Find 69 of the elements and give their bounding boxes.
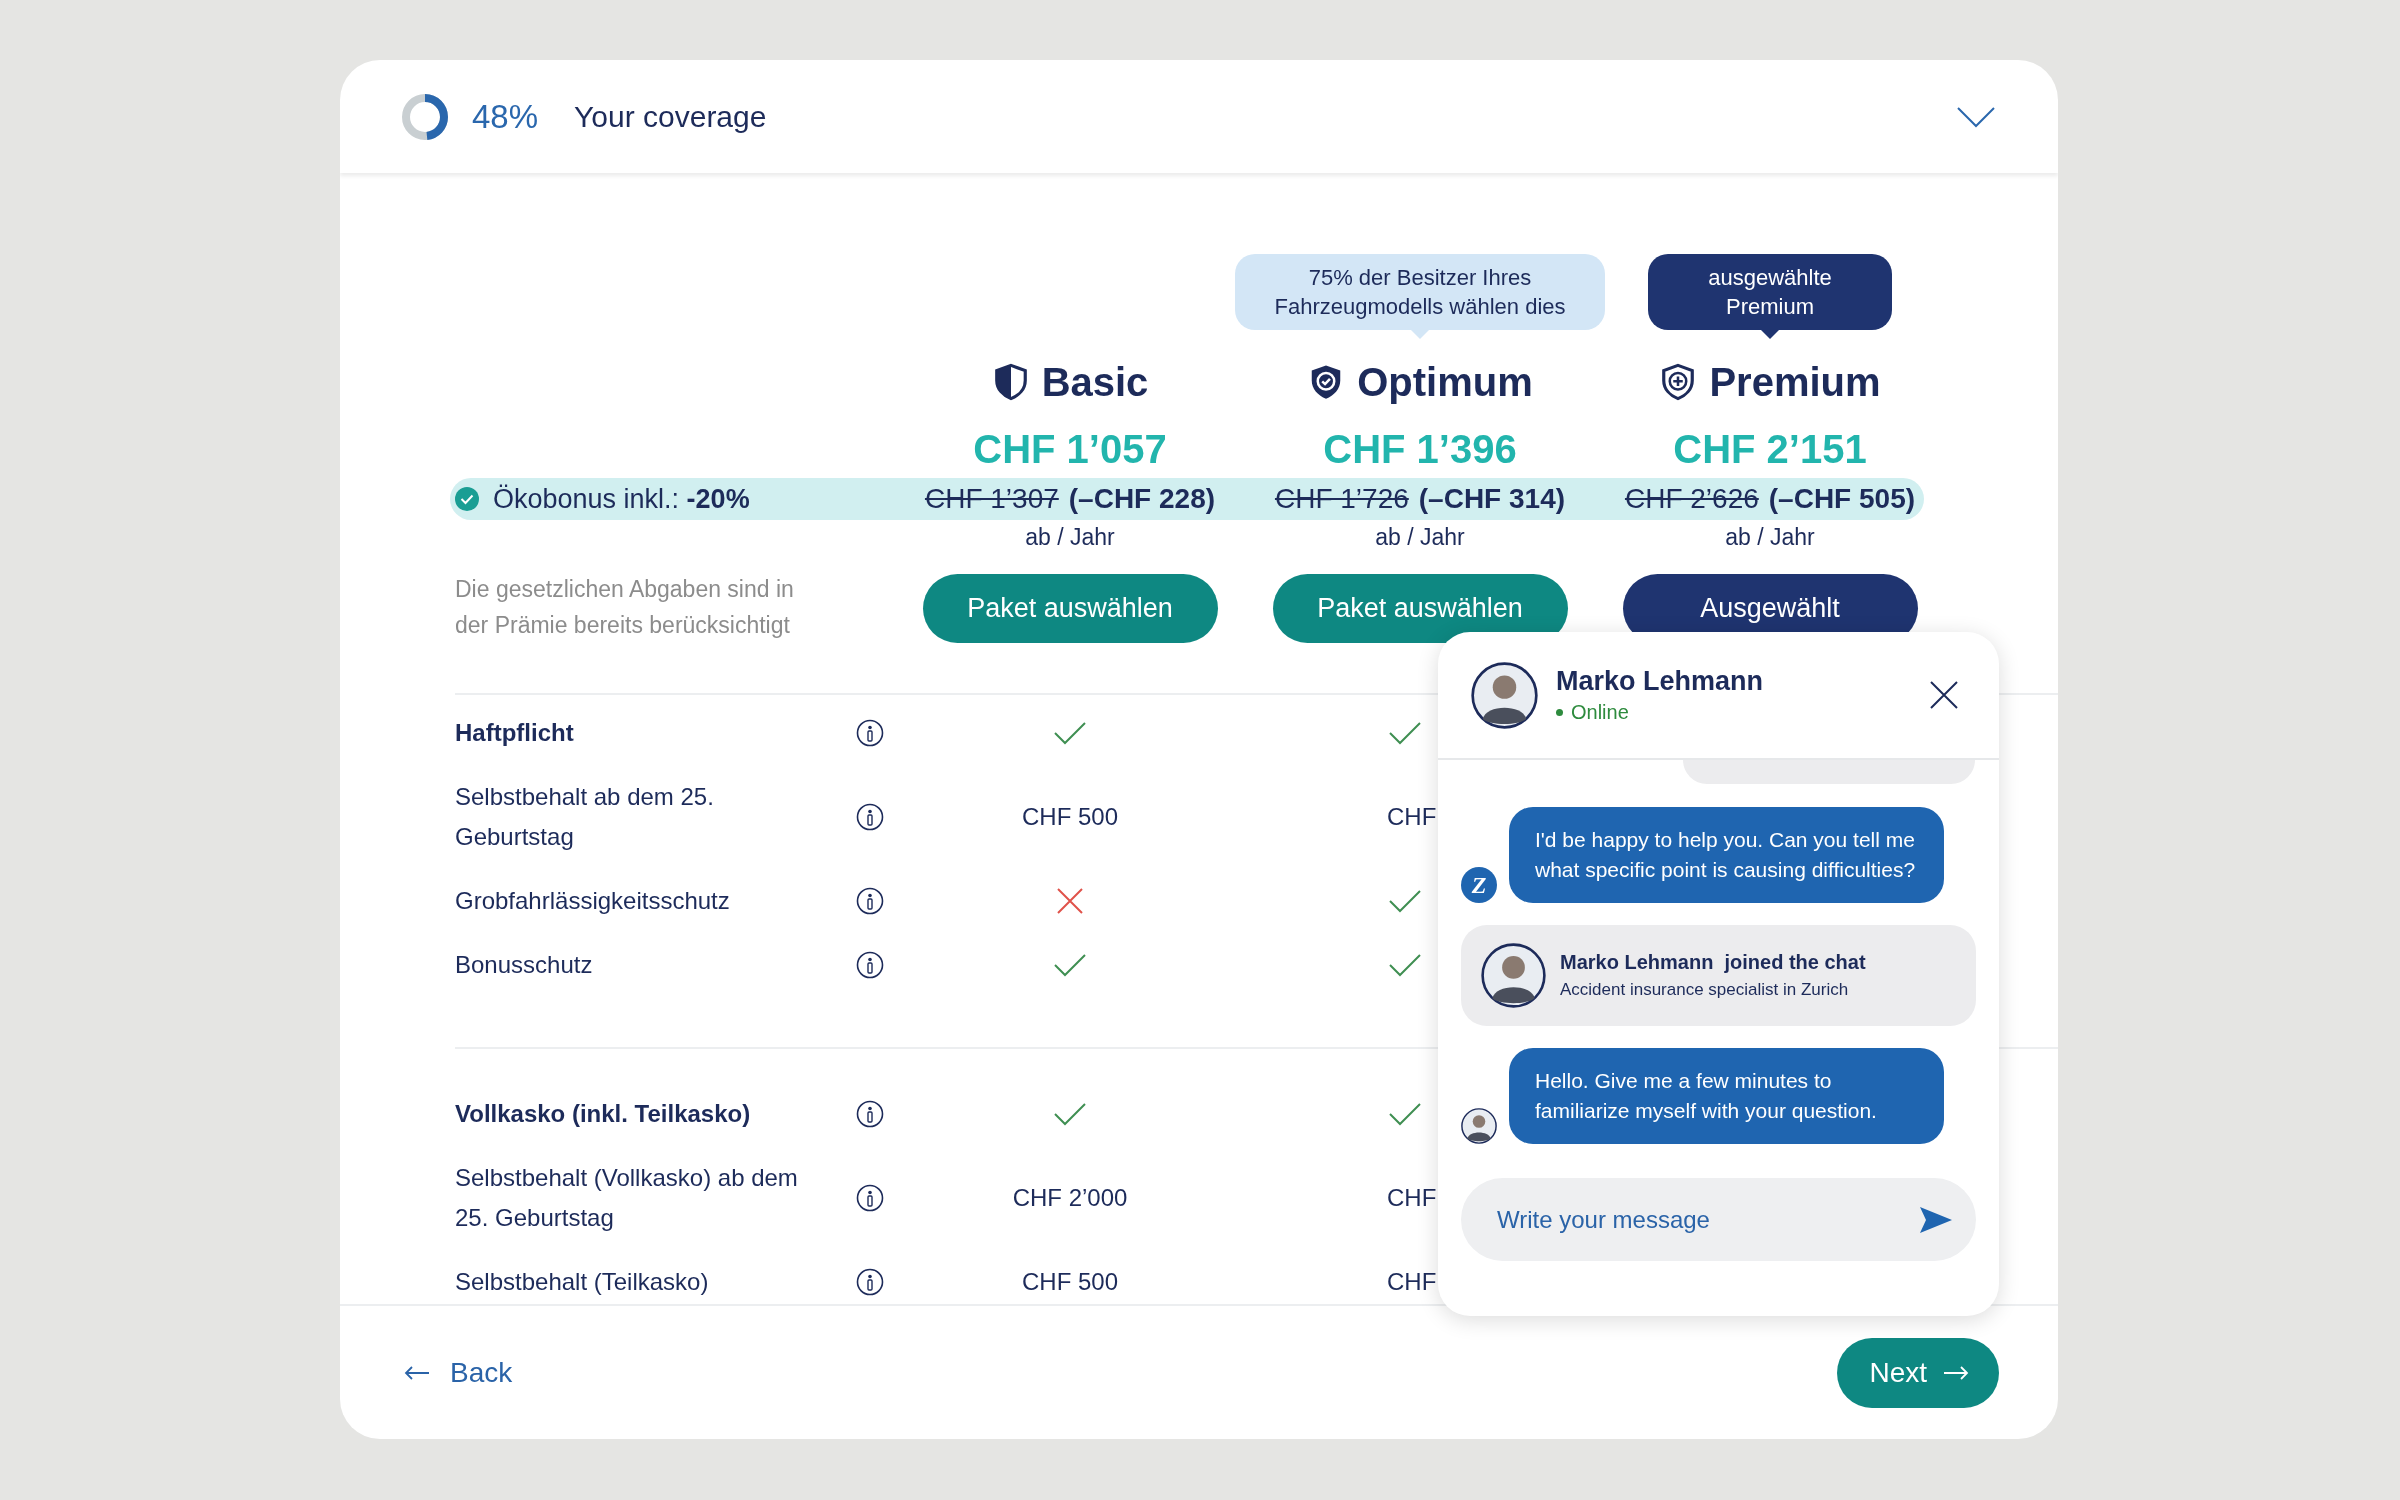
row-label: Bonusschutz bbox=[455, 950, 594, 980]
table-cell-text: CHF bbox=[1387, 1183, 1437, 1213]
old-price: CHF 2’626 bbox=[1624, 483, 1759, 515]
plan-name: Optimum bbox=[1357, 359, 1533, 405]
price-discount: (–CHF 228) bbox=[1068, 483, 1216, 515]
close-icon[interactable] bbox=[1929, 680, 1959, 710]
avatar bbox=[1471, 661, 1538, 729]
plan-name: Basic bbox=[1041, 359, 1149, 405]
info-icon[interactable] bbox=[856, 1100, 884, 1128]
message-bubble: I'd be happy to help you. Can you tell me what specific point is causing difficulties? bbox=[1509, 807, 1944, 903]
plan-price: CHF 1’057 bbox=[973, 426, 1167, 472]
logo: Z bbox=[1461, 867, 1497, 903]
check-icon bbox=[1052, 951, 1088, 979]
check-icon bbox=[1052, 1100, 1088, 1128]
section-heading: Haftpflicht bbox=[455, 718, 575, 748]
next-button[interactable]: Next bbox=[1837, 1337, 1999, 1408]
row-label: Grobfahrlässigkeitsschutz bbox=[455, 886, 731, 916]
old-price: CHF 1’307 bbox=[924, 483, 1059, 515]
row-label: Selbstbehalt (Teilkasko) bbox=[455, 1267, 710, 1297]
table-cell-text: CHF 2’000 bbox=[1012, 1183, 1128, 1213]
check-icon bbox=[1387, 1100, 1423, 1128]
table-cell-text: CHF 500 bbox=[1021, 802, 1118, 832]
agent-name: Marko Lehmann bbox=[1556, 666, 1765, 697]
price-period: ab / Jahr bbox=[1375, 524, 1465, 551]
avatar bbox=[1461, 1108, 1497, 1144]
ecobonus-label: Ökobonus inkl.: -20% bbox=[493, 483, 750, 515]
info-icon[interactable] bbox=[856, 803, 884, 831]
message-bubble: Hello. Give me a few minutes to familiarize myself with your question. bbox=[1509, 1048, 1944, 1144]
row-label: Selbstbehalt (Vollkasko) ab dem 25. Geburtstag bbox=[455, 1163, 799, 1233]
row-label: Selbstbehalt ab dem 25. Geburtstag bbox=[455, 782, 715, 852]
price-period: ab / Jahr bbox=[1725, 524, 1815, 551]
info-icon[interactable] bbox=[856, 1268, 884, 1296]
tax-note: Die gesetzlichen Abgaben sind in der Prämie bereits berücksichtigt bbox=[455, 575, 795, 640]
check-circle-icon bbox=[455, 487, 479, 511]
select-package-button[interactable]: Paket auswählen bbox=[1272, 574, 1568, 643]
old-price: CHF 1’726 bbox=[1274, 483, 1409, 515]
section-heading: Vollkasko (inkl. Teilkasko) bbox=[455, 1099, 752, 1129]
message-field[interactable]: Write your message bbox=[1461, 1178, 1976, 1261]
info-icon[interactable] bbox=[856, 951, 884, 979]
plan-price: CHF 1’396 bbox=[1323, 426, 1517, 472]
section-title: Your coverage bbox=[574, 99, 768, 134]
chevron-icon[interactable] bbox=[1956, 104, 1996, 129]
plan-name: Premium bbox=[1709, 359, 1881, 405]
price-discount: (–CHF 314) bbox=[1418, 483, 1566, 515]
check-icon bbox=[1387, 887, 1423, 915]
table-cell-text: CHF bbox=[1387, 802, 1437, 832]
cross-icon bbox=[1056, 887, 1084, 915]
plan-price: CHF 2’151 bbox=[1673, 426, 1867, 472]
table-cell-text: CHF bbox=[1387, 1267, 1437, 1297]
back-link[interactable]: Back bbox=[404, 1356, 513, 1389]
table-cell-text: CHF 500 bbox=[1021, 1267, 1118, 1297]
agent-role: Accident insurance specialist in Zurich bbox=[1560, 980, 1850, 1000]
check-icon bbox=[1387, 951, 1423, 979]
check-icon bbox=[1387, 719, 1423, 747]
avatar bbox=[1481, 943, 1546, 1008]
select-package-button[interactable]: Paket auswählen bbox=[922, 574, 1218, 643]
arrow-left-icon bbox=[404, 1364, 430, 1381]
send-icon[interactable] bbox=[1918, 1205, 1954, 1235]
price-discount: (–CHF 505) bbox=[1768, 483, 1916, 515]
check-icon bbox=[1052, 719, 1088, 747]
progress-percent: 48% bbox=[472, 97, 539, 136]
agent-status: Online bbox=[1571, 701, 1629, 724]
arrow-right-icon bbox=[1943, 1364, 1969, 1381]
info-icon[interactable] bbox=[856, 887, 884, 915]
join-message: Marko Lehmann joined the chat bbox=[1560, 951, 1866, 974]
price-period: ab / Jahr bbox=[1025, 524, 1115, 551]
info-icon[interactable] bbox=[856, 1184, 884, 1212]
progress-ring bbox=[400, 91, 450, 142]
info-icon[interactable] bbox=[856, 719, 884, 747]
